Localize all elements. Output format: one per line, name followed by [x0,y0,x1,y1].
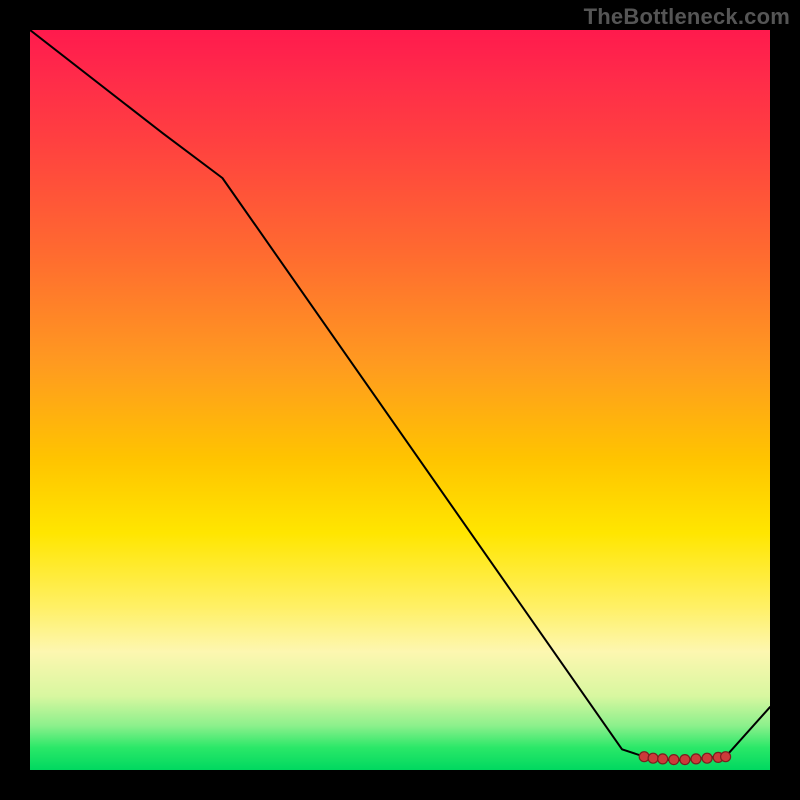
data-marker [648,753,658,763]
chart-frame: TheBottleneck.com [0,0,800,800]
chart-svg [30,30,770,770]
plot-area [30,30,770,770]
data-marker [639,752,649,762]
data-marker [691,754,701,764]
attribution-text: TheBottleneck.com [584,4,790,30]
curve-line [30,30,770,760]
data-marker [680,755,690,765]
data-marker [658,754,668,764]
marker-group [639,752,730,765]
data-marker [702,753,712,763]
data-marker [669,755,679,765]
data-marker [721,752,731,762]
